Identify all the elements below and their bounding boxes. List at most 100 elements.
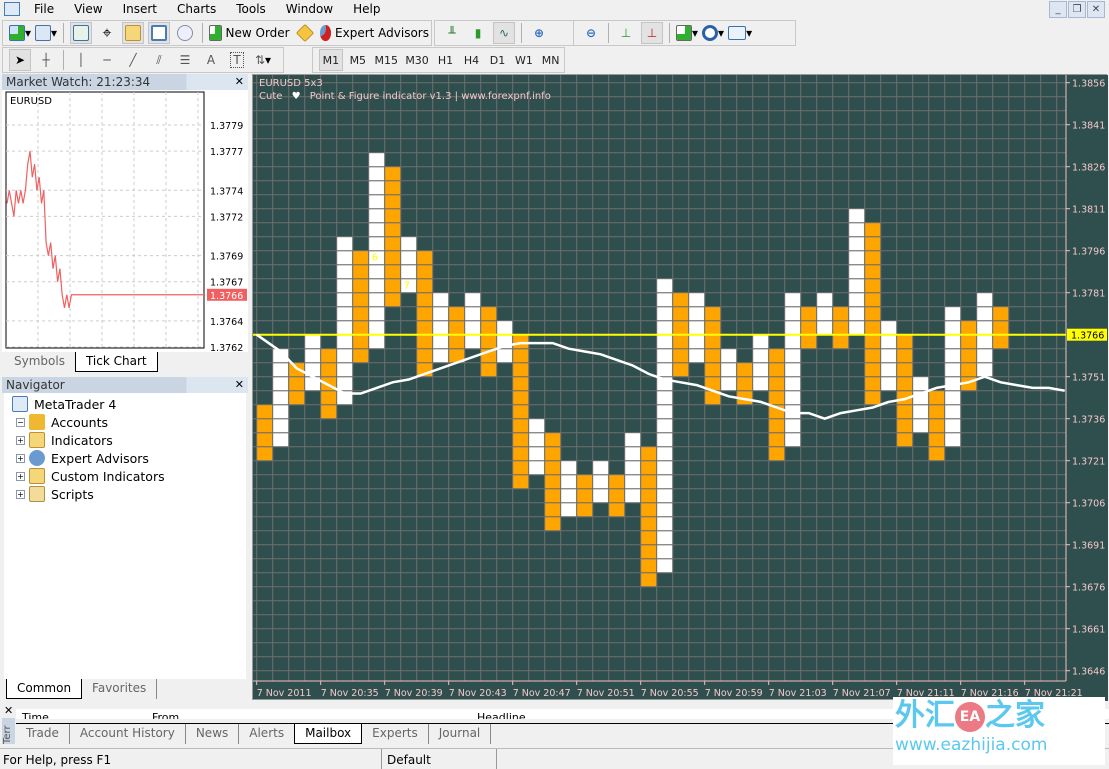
zoom-out-button[interactable]: ⊖ [580,22,602,44]
timeframe-m1[interactable]: M1 [319,49,343,71]
pnf-chart[interactable]: 6 7 1.3856 1.3841 1.3826 1.3811 1.3796 1.3781 1.… [253,75,1108,701]
x-box [944,362,962,378]
equidistant-channel-tool[interactable]: ⫽ [148,49,170,71]
tab-favorites[interactable]: Favorites [82,679,158,699]
text-tool[interactable]: A [200,49,222,71]
menu-insert[interactable]: Insert [113,2,167,16]
x-box [656,306,674,322]
tab-tick-chart[interactable]: Tick Chart [74,352,158,372]
x-box [784,306,802,322]
horizontal-line-tool[interactable]: ─ [96,49,118,71]
menu-tools[interactable]: Tools [226,2,276,16]
crosshair-icon: ┼ [42,53,50,67]
navigator-button[interactable] [121,22,144,44]
auto-scroll-button[interactable]: ⊥ [641,22,663,44]
metatrader-app-icon[interactable] [4,2,20,16]
menu-charts[interactable]: Charts [167,2,226,16]
line-chart-button[interactable]: ∿ [493,22,515,44]
templates-button[interactable]: ▾ [728,22,752,44]
vertical-line-tool[interactable]: │ [70,49,92,71]
o-box [768,390,786,406]
x-box [368,264,386,280]
timeframe-mn[interactable]: MN [539,49,562,71]
close-icon[interactable]: ✕ [235,378,244,391]
market-watch-button[interactable] [69,22,92,44]
x-box [944,306,962,322]
indicators-button[interactable]: ▾ [676,22,698,44]
expand-icon[interactable]: + [16,489,25,499]
menu-help[interactable]: Help [343,2,390,16]
expand-icon[interactable]: + [16,471,25,481]
column-time[interactable]: Time [22,709,49,719]
line-chart-icon: ∿ [498,26,510,40]
bar-chart-button[interactable]: ╨ [441,22,463,44]
x-box [784,348,802,364]
column-headline[interactable]: Headline [477,709,526,719]
x-box [624,460,642,476]
timeframe-m15[interactable]: M15 [373,49,400,71]
tab-mailbox[interactable]: Mailbox [294,724,363,744]
timeframe-m5[interactable]: M5 [347,49,369,71]
timeframe-w1[interactable]: W1 [512,49,535,71]
chart-shift-button[interactable]: ⊥ [615,22,637,44]
new-order-button[interactable]: New Order [208,22,290,44]
tab-symbols[interactable]: Symbols [4,352,75,372]
tab-alerts[interactable]: Alerts [239,724,294,744]
profiles-button[interactable]: ▾ [35,22,57,44]
text-label-tool[interactable]: T [226,49,248,71]
minimize-button[interactable]: _ [1049,1,1067,18]
close-icon[interactable]: ✕ [235,75,244,88]
collapse-icon[interactable]: − [16,417,25,427]
expand-icon[interactable]: + [16,453,25,463]
periods-button[interactable]: ▾ [702,22,724,44]
metaeditor-button[interactable] [294,22,316,44]
trendline-tool[interactable]: ╱ [122,49,144,71]
timeframe-h4[interactable]: H4 [460,49,482,71]
x-box [272,390,290,406]
timeframe-d1[interactable]: D1 [486,49,508,71]
time-tick-label: 7 Nov 20:47 [513,688,571,699]
x-box [848,278,866,294]
tab-experts[interactable]: Experts [362,724,429,744]
o-box [992,334,1010,350]
tab-journal[interactable]: Journal [429,724,492,744]
menu-file[interactable]: File [24,2,64,16]
tab-trade[interactable]: Trade [16,724,70,744]
tree-item-accounts[interactable]: − Accounts [4,413,246,431]
column-from[interactable]: From [152,709,179,719]
arrows-tool[interactable]: ⇅ ▾ [252,49,274,71]
tree-item-expert-advisors[interactable]: + Expert Advisors [4,449,246,467]
cursor-tool[interactable]: ➤ [9,49,31,71]
x-box [656,278,674,294]
expand-icon[interactable]: + [16,435,25,445]
expert-advisors-button[interactable]: Expert Advisors [319,22,429,44]
close-button[interactable]: ✕ [1087,1,1105,18]
timeframe-m30[interactable]: M30 [404,49,431,71]
tree-item-indicators[interactable]: + Indicators [4,431,246,449]
terminal-button[interactable] [147,22,170,44]
tab-account-history[interactable]: Account History [70,724,186,744]
tree-item-custom-indicators[interactable]: + Custom Indicators [4,467,246,485]
chart-window[interactable]: 6 7 1.3856 1.3841 1.3826 1.3811 1.3796 1.3781 1.… [252,74,1108,701]
x-box [560,502,578,518]
close-icon[interactable]: ✕ [4,704,13,717]
tree-root[interactable]: MetaTrader 4 [4,395,246,413]
zoom-in-button[interactable]: ⊕ [528,22,550,44]
strategy-tester-button[interactable] [174,22,196,44]
tab-news[interactable]: News [186,724,240,744]
fibonacci-tool[interactable]: ☰ [174,49,196,71]
menu-window[interactable]: Window [276,2,343,16]
tab-common[interactable]: Common [6,679,83,699]
o-box [320,348,338,364]
restore-button[interactable]: ❐ [1068,1,1086,18]
tree-item-scripts[interactable]: + Scripts [4,485,246,503]
menu-view[interactable]: View [64,2,112,16]
price-tick-label: 1.3646 [1072,667,1105,678]
candlesticks-button[interactable]: ▮ [467,22,489,44]
data-window-button[interactable]: ⌖ [96,22,118,44]
timeframe-h1[interactable]: H1 [434,49,456,71]
crosshair-tool[interactable]: ┼ [35,49,57,71]
o-box [544,460,562,476]
templates-icon [728,26,747,40]
new-chart-button[interactable]: ▾ [9,22,31,44]
